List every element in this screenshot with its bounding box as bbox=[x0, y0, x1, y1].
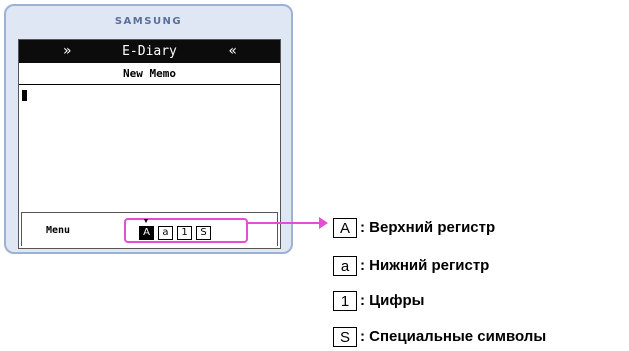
app-title: E-Diary bbox=[122, 44, 177, 59]
screen-subtitle: New Memo bbox=[19, 64, 280, 85]
legend-key: 1 bbox=[333, 291, 357, 311]
legend-description: : Верхний регистр bbox=[360, 219, 496, 236]
text-cursor bbox=[22, 90, 27, 101]
active-mode-marker-icon: ▼ bbox=[142, 218, 150, 225]
callout-line bbox=[246, 222, 319, 224]
input-mode-selector[interactable]: ▼ A a 1 S bbox=[124, 218, 248, 243]
title-bar: » E-Diary « bbox=[19, 40, 280, 63]
mode-uppercase[interactable]: A bbox=[139, 226, 154, 240]
phone-device: SAMSUNG » E-Diary « New Memo Menu ▼ A a … bbox=[4, 4, 293, 254]
double-chevron-left-icon[interactable]: « bbox=[228, 43, 237, 59]
menu-softkey[interactable]: Menu bbox=[46, 225, 70, 236]
mode-lowercase[interactable]: a bbox=[158, 226, 173, 240]
legend-description: : Цифры bbox=[360, 292, 425, 309]
mode-symbols[interactable]: S bbox=[196, 226, 211, 240]
mode-digits[interactable]: 1 bbox=[177, 226, 192, 240]
soft-key-bar: Menu ▼ A a 1 S bbox=[21, 212, 278, 246]
callout-arrow-icon bbox=[319, 217, 328, 229]
memo-text-area[interactable] bbox=[19, 85, 280, 205]
legend-key: S bbox=[333, 327, 357, 347]
brand-logo: SAMSUNG bbox=[114, 16, 183, 27]
legend-key: a bbox=[333, 256, 357, 276]
phone-screen: » E-Diary « New Memo Menu ▼ A a 1 S bbox=[18, 39, 281, 249]
legend-description: : Специальные символы bbox=[360, 328, 547, 345]
legend-description: : Нижний регистр bbox=[360, 257, 490, 274]
legend-key: A bbox=[333, 218, 357, 238]
